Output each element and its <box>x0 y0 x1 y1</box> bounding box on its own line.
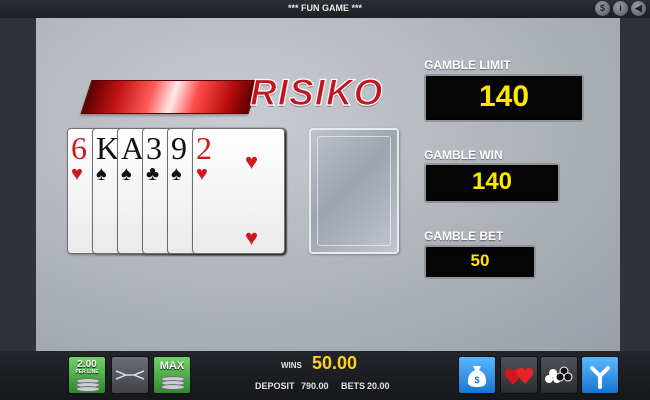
card-rank: 3 <box>146 130 162 166</box>
face-down-card[interactable] <box>309 128 399 254</box>
bet-per-line-button[interactable]: 2.00 PER LINE <box>68 356 106 394</box>
coin-stack-icon <box>161 384 185 390</box>
gamble-limit-value: 140 <box>424 74 584 122</box>
sound-icon[interactable]: ◀ <box>631 1 646 16</box>
info-icon[interactable]: i <box>613 1 628 16</box>
heart-icon: ♥ <box>196 163 208 185</box>
left-frame <box>0 18 36 351</box>
wins-value: 50.00 <box>312 353 358 373</box>
coin-stack-icon <box>76 386 100 392</box>
max-label: MAX <box>159 360 185 372</box>
clubs-icon <box>545 366 573 383</box>
top-bar: *** FUN GAME *** $ i ◀ <box>0 0 650 18</box>
lines-icon <box>115 370 145 380</box>
gamble-black-button[interactable] <box>540 356 578 394</box>
card-history-6: 2 ♥ ♥ ♥ <box>192 128 285 254</box>
deposit-value: 790.00 <box>301 381 329 391</box>
collect-button[interactable]: $ <box>458 356 496 394</box>
card-rank: A <box>121 130 145 166</box>
gamble-limit-label: GAMBLE LIMIT <box>424 58 511 72</box>
deposit-label: DEPOSIT <box>255 381 295 391</box>
bets-value: 20.00 <box>367 381 390 391</box>
spade-icon: ♠ <box>96 163 107 185</box>
fork-arrow-icon <box>590 366 610 389</box>
lines-button[interactable] <box>111 356 149 394</box>
bet-per-line-label: PER LINE <box>75 369 99 375</box>
gamble-bet-label: GAMBLE BET <box>424 229 504 243</box>
money-bag-icon: $ <box>467 366 487 387</box>
gamble-exit-button[interactable] <box>581 356 619 394</box>
gamble-bet-value: 50 <box>424 245 536 279</box>
spade-icon: ♠ <box>171 163 182 185</box>
card-rank: 6 <box>71 130 87 166</box>
heart-icon: ♥ <box>245 149 259 174</box>
gamble-win-value: 140 <box>424 163 560 203</box>
gamble-red-button[interactable] <box>500 356 538 394</box>
risiko-logo-text: RISIKO <box>249 71 384 113</box>
game-mode-title: *** FUN GAME *** <box>287 3 362 13</box>
gamble-win-label: GAMBLE WIN <box>424 148 503 162</box>
right-frame <box>620 18 650 351</box>
heart-icon: ♥ <box>245 225 259 250</box>
club-icon: ♣ <box>146 163 160 185</box>
card-rank: 2 <box>196 130 212 166</box>
hearts-icon <box>504 367 534 385</box>
card-rank: K <box>96 130 120 166</box>
max-bet-button[interactable]: MAX <box>153 356 191 394</box>
heart-icon: ♥ <box>71 163 83 185</box>
bets-label: BETS <box>341 381 366 391</box>
risiko-logo-bar <box>80 80 260 114</box>
card-rank: 9 <box>171 130 187 166</box>
cashier-icon[interactable]: $ <box>595 1 610 16</box>
wins-label: WINS <box>281 361 302 370</box>
spade-icon: ♠ <box>121 163 132 185</box>
svg-text:$: $ <box>474 375 479 385</box>
top-icon-group: $ i ◀ <box>595 0 646 16</box>
